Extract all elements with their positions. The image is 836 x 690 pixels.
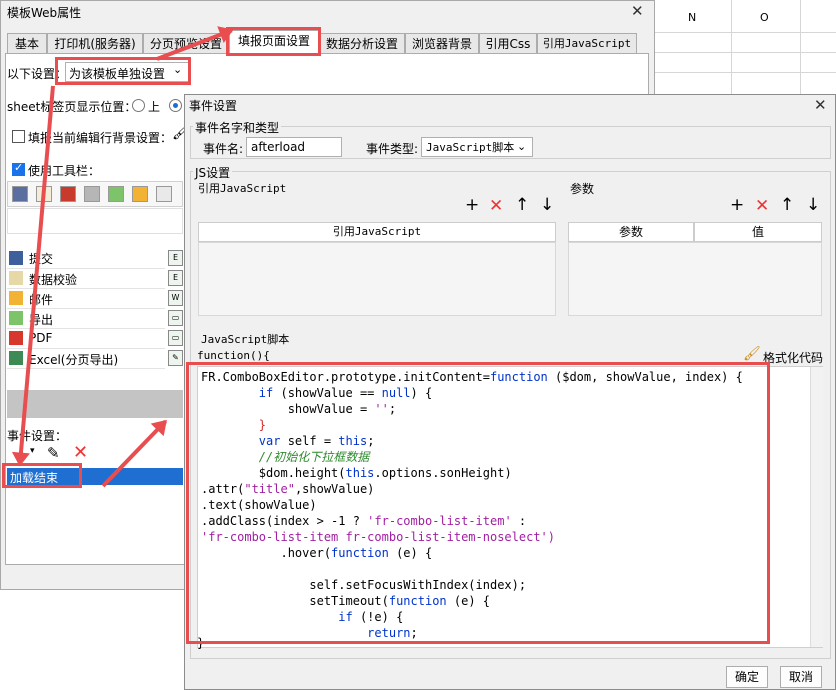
- function-open: function(){: [197, 349, 270, 362]
- export-icon: [9, 311, 23, 325]
- excel-icon: E: [168, 250, 183, 266]
- edit-icon: ✎: [168, 350, 183, 366]
- tab-ref-javascript[interactable]: 引用JavaScript: [537, 33, 637, 53]
- validate-icon: [9, 271, 23, 285]
- submit-icon: [9, 251, 23, 265]
- event-name-input[interactable]: afterload: [246, 137, 342, 157]
- pdf-icon[interactable]: [60, 186, 76, 202]
- mail-icon: [9, 291, 23, 305]
- excel-icon: [9, 351, 23, 365]
- radio-top[interactable]: [132, 99, 145, 112]
- grid-line: [655, 72, 836, 73]
- radio-bottom[interactable]: [169, 99, 182, 112]
- value-column-header: 值: [694, 222, 822, 242]
- sheet-position-label: sheet标签页显示位置：: [7, 100, 137, 114]
- toolbar-empty-row: [7, 208, 183, 234]
- grid-icon[interactable]: [12, 186, 28, 202]
- print-icon: ▭: [168, 330, 183, 346]
- ref-js-table[interactable]: [198, 242, 556, 316]
- highlight-box: [226, 27, 321, 56]
- use-toolbar-checkbox[interactable]: [12, 161, 25, 176]
- word-icon: W: [168, 290, 183, 306]
- divider: [7, 268, 165, 269]
- chevron-down-icon: ⌄: [517, 140, 527, 153]
- dialog-title: 事件设置: [189, 99, 238, 113]
- event-type-label: 事件类型:: [366, 142, 419, 156]
- use-toolbar-label: 使用工具栏：: [28, 164, 101, 178]
- export-icon[interactable]: [108, 186, 124, 202]
- tab-browser-background[interactable]: 浏览器背景: [405, 33, 479, 53]
- move-down-icon[interactable]: ↓: [806, 197, 820, 214]
- print-icon: ▭: [168, 310, 183, 326]
- tab-printer[interactable]: 打印机(服务器): [47, 33, 143, 53]
- delete-icon[interactable]: ✕: [755, 198, 769, 215]
- dialog-title: 模板Web属性: [7, 6, 82, 20]
- event-settings-label: 事件设置：: [7, 429, 68, 443]
- group-label: 事件名字和类型: [193, 119, 282, 136]
- params-table[interactable]: [568, 242, 822, 316]
- ok-button[interactable]: 确定: [726, 666, 768, 688]
- cancel-button[interactable]: 取消: [780, 666, 822, 688]
- editor-scrollbar[interactable]: [810, 367, 823, 647]
- add-icon[interactable]: +: [730, 197, 744, 214]
- event-type-value: JavaScript脚本: [426, 141, 515, 154]
- group-label: JS设置: [193, 164, 233, 181]
- ref-js-column-header: 引用JavaScript: [198, 222, 556, 242]
- layout-icon[interactable]: [156, 186, 172, 202]
- pdf-icon: [9, 331, 23, 345]
- print-icon[interactable]: [84, 186, 100, 202]
- radio-top-label: 上: [148, 100, 161, 114]
- highlight-box: [55, 57, 191, 85]
- params-label: 参数: [570, 182, 595, 196]
- delete-icon[interactable]: ✕: [73, 442, 88, 463]
- list-item[interactable]: 提交: [29, 250, 53, 267]
- mail-icon[interactable]: [132, 186, 148, 202]
- edit-icon[interactable]: ✎: [47, 444, 60, 462]
- excel-icon: E: [168, 270, 183, 286]
- tab-basic[interactable]: 基本: [7, 33, 47, 53]
- list-item[interactable]: Excel(分页导出): [29, 351, 118, 368]
- divider: [7, 368, 165, 369]
- move-down-icon[interactable]: ↓: [540, 197, 554, 214]
- add-icon[interactable]: +: [465, 197, 479, 214]
- js-script-label: JavaScript脚本: [201, 333, 290, 346]
- close-icon[interactable]: ✕: [814, 96, 827, 114]
- event-type-select[interactable]: JavaScript脚本 ⌄: [421, 137, 533, 157]
- ref-js-label: 引用JavaScript: [198, 182, 287, 195]
- highlight-box: [2, 463, 82, 488]
- grid-line: [655, 52, 836, 53]
- highlight-box: [186, 362, 770, 644]
- grid-line: [655, 32, 836, 33]
- delete-icon[interactable]: ✕: [489, 198, 503, 215]
- move-up-icon[interactable]: ↑: [780, 197, 794, 214]
- column-header-o: O: [760, 11, 769, 24]
- move-up-icon[interactable]: ↑: [515, 197, 529, 214]
- chevron-down-icon[interactable]: ▾: [30, 446, 35, 456]
- format-code-button[interactable]: 格式化代码: [763, 349, 823, 366]
- gray-bar: [7, 390, 183, 418]
- event-name-label: 事件名:: [203, 142, 244, 156]
- fill-bg-checkbox[interactable]: [12, 130, 25, 143]
- brush-icon[interactable]: 🖌: [743, 346, 761, 362]
- divider: [7, 288, 165, 289]
- column-header-n: N: [688, 11, 697, 24]
- tab-ref-css[interactable]: 引用Css: [479, 33, 537, 53]
- close-icon[interactable]: ✕: [631, 2, 644, 20]
- tab-data-analysis[interactable]: 数据分析设置: [319, 33, 405, 53]
- param-column-header: 参数: [568, 222, 694, 242]
